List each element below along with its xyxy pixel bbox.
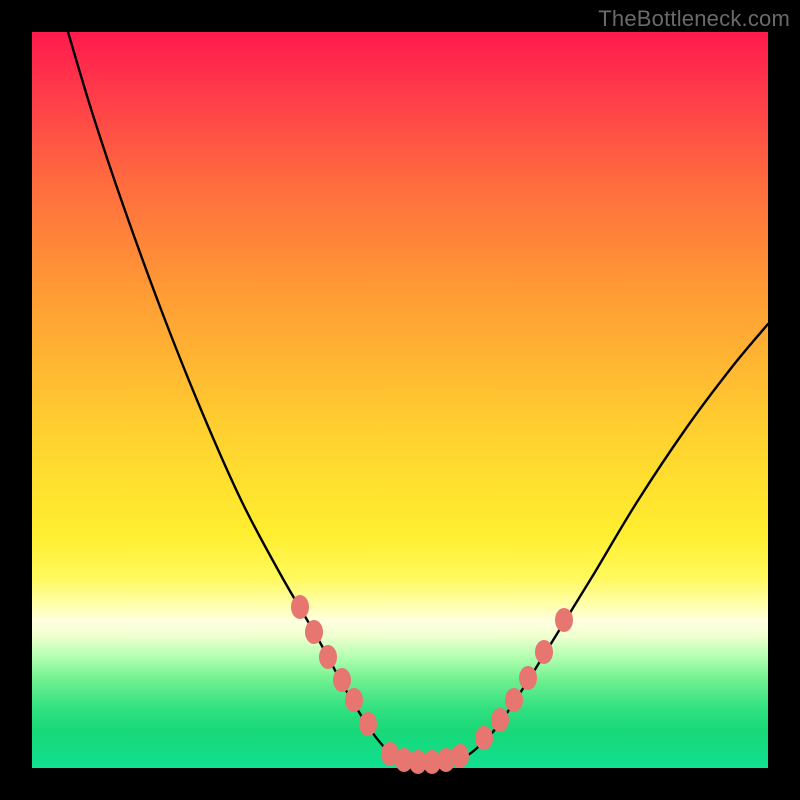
data-markers xyxy=(291,595,573,774)
curve-svg xyxy=(32,32,768,768)
data-marker xyxy=(305,620,323,644)
data-marker xyxy=(291,595,309,619)
bottleneck-curve xyxy=(68,32,768,763)
data-marker xyxy=(519,666,537,690)
watermark-text: TheBottleneck.com xyxy=(598,6,790,32)
data-marker xyxy=(535,640,553,664)
data-marker xyxy=(555,608,573,632)
plot-area xyxy=(32,32,768,768)
data-marker xyxy=(359,712,377,736)
data-marker xyxy=(345,688,363,712)
data-marker xyxy=(505,688,523,712)
data-marker xyxy=(475,726,493,750)
chart-frame: TheBottleneck.com xyxy=(0,0,800,800)
data-marker xyxy=(319,645,337,669)
data-marker xyxy=(491,708,509,732)
data-marker xyxy=(451,744,469,768)
data-marker xyxy=(333,668,351,692)
